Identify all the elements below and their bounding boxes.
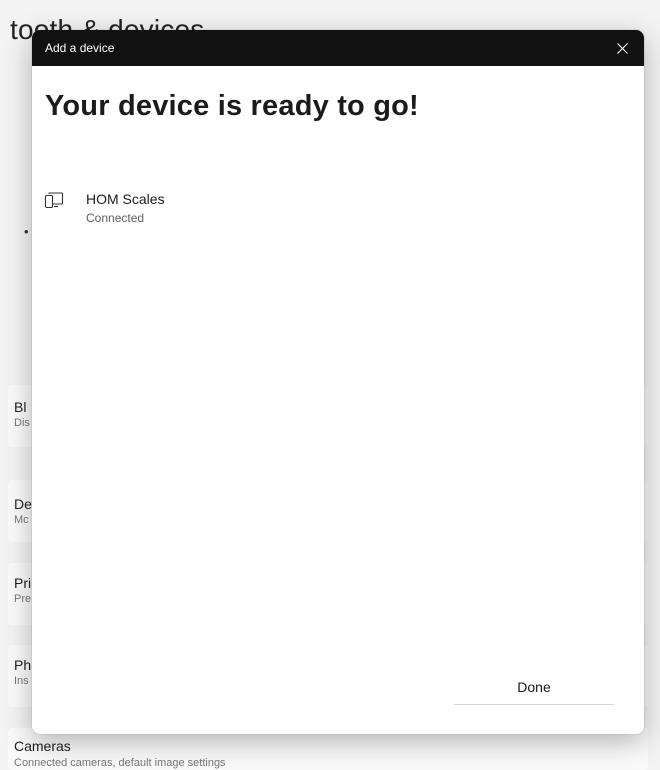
device-name: HOM Scales: [86, 191, 165, 207]
dialog-titlebar: Add a device: [32, 30, 644, 66]
device-status: Connected: [86, 211, 145, 225]
close-icon: [616, 42, 628, 54]
add-device-dialog: Add a device Your device is ready to go!…: [32, 30, 644, 734]
list-item-subtitle: Ins: [14, 675, 29, 687]
list-item-title: Cameras: [14, 738, 71, 754]
list-item-subtitle: Dis: [14, 417, 30, 429]
background-bullet: •: [24, 224, 29, 239]
list-item-title: De: [14, 496, 32, 512]
list-item-subtitle: Mc: [14, 514, 29, 526]
device-icon: [44, 192, 64, 209]
device-list-item[interactable]: HOM Scales Connected: [44, 190, 464, 228]
cameras-card[interactable]: Cameras Connected cameras, default image…: [8, 728, 648, 770]
list-item-subtitle: Pre: [14, 593, 32, 605]
done-button[interactable]: Done: [454, 670, 614, 705]
list-item-subtitle: Connected cameras, default image setting…: [14, 757, 226, 769]
close-button[interactable]: [600, 30, 644, 66]
list-item-title: Ph: [14, 657, 32, 673]
dialog-heading: Your device is ready to go!: [45, 90, 419, 122]
dialog-title: Add a device: [45, 41, 115, 55]
list-item-title: Bl: [14, 399, 27, 415]
list-item-title: Pri: [14, 575, 32, 591]
